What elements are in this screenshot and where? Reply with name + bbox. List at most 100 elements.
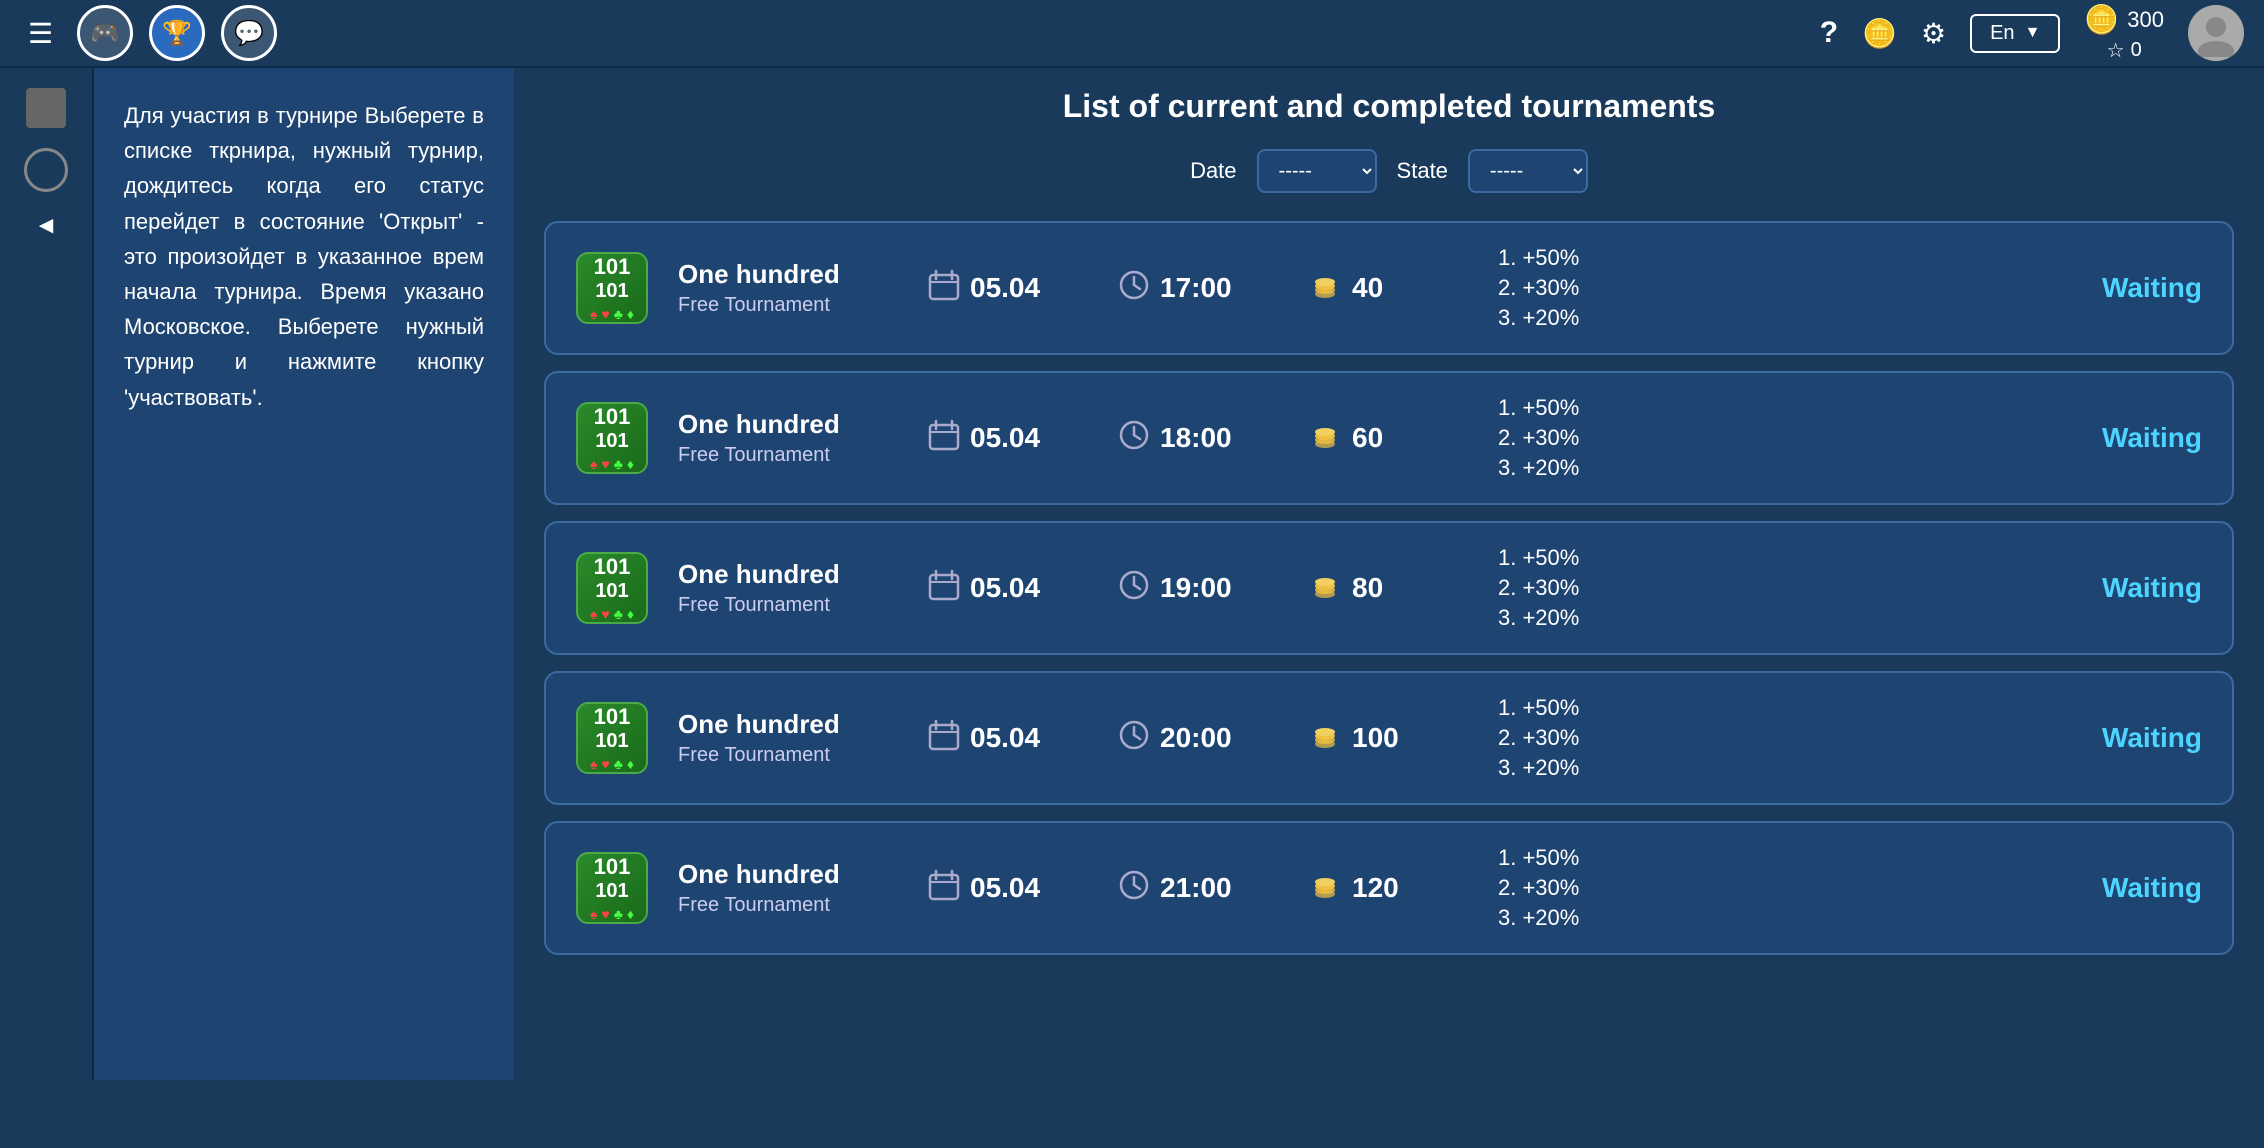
prize-3: 3. +20% bbox=[1498, 905, 1658, 931]
language-selector[interactable]: En ▼ bbox=[1970, 14, 2060, 53]
tournament-name-block: One hundred Free Tournament bbox=[678, 259, 898, 317]
tournament-type: Free Tournament bbox=[678, 744, 898, 767]
tournament-date: 05.04 bbox=[970, 572, 1040, 604]
tournament-card[interactable]: 101 ♠ ♥ ♣ ♦ One hundred Free Tournament bbox=[544, 221, 2234, 355]
tournament-name: One hundred bbox=[678, 259, 898, 290]
hamburger-button[interactable]: ☰ bbox=[20, 9, 61, 58]
main-content: List of current and completed tournament… bbox=[514, 68, 2264, 1080]
tournament-type: Free Tournament bbox=[678, 594, 898, 617]
tournament-name-block: One hundred Free Tournament bbox=[678, 559, 898, 617]
tournament-list: 101 ♠ ♥ ♣ ♦ One hundred Free Tournament bbox=[544, 221, 2234, 955]
tournament-card[interactable]: 101 ♠ ♥ ♣ ♦ One hundred Free Tournament bbox=[544, 671, 2234, 805]
prizes-block: 1. +50% 2. +30% 3. +20% bbox=[1498, 545, 1658, 631]
lang-value: En bbox=[1990, 22, 2014, 45]
settings-icon[interactable]: ⚙ bbox=[1921, 17, 1946, 50]
topnav-right: ? 🪙 ⚙ En ▼ 🪙 300 ☆ 0 bbox=[1820, 3, 2244, 63]
tournament-logo: 101 ♠ ♥ ♣ ♦ bbox=[576, 552, 648, 624]
tournament-type: Free Tournament bbox=[678, 894, 898, 917]
date-filter-select[interactable]: ----- bbox=[1257, 149, 1377, 193]
nav-games-button[interactable]: 🎮 bbox=[77, 5, 133, 61]
tournament-name: One hundred bbox=[678, 709, 898, 740]
clock-icon bbox=[1118, 269, 1150, 308]
tournament-time: 20:00 bbox=[1160, 722, 1232, 754]
tournament-type: Free Tournament bbox=[678, 294, 898, 317]
sidebar-arrow-icon[interactable]: ◄ bbox=[34, 212, 58, 240]
topnav: ☰ 🎮 🏆 💬 ? 🪙 ⚙ En ▼ 🪙 300 ☆ 0 bbox=[0, 0, 2264, 68]
prize-2: 2. +30% bbox=[1498, 875, 1658, 901]
tournament-date-block: 05.04 bbox=[928, 869, 1088, 908]
tournament-coins-block: 80 bbox=[1308, 568, 1468, 609]
wallet-icon[interactable]: 🪙 bbox=[1862, 17, 1897, 50]
tournament-status[interactable]: Waiting bbox=[2062, 572, 2202, 604]
prize-2: 2. +30% bbox=[1498, 575, 1658, 601]
prizes-block: 1. +50% 2. +30% 3. +20% bbox=[1498, 695, 1658, 781]
sidebar-square-icon[interactable] bbox=[26, 88, 66, 128]
star-icon: ☆ bbox=[2107, 38, 2125, 63]
page-title: List of current and completed tournament… bbox=[544, 88, 2234, 125]
coins-stack-icon bbox=[1308, 568, 1342, 609]
tournament-status[interactable]: Waiting bbox=[2062, 722, 2202, 754]
prize-3: 3. +20% bbox=[1498, 455, 1658, 481]
coins-stars-display: 🪙 300 ☆ 0 bbox=[2084, 3, 2164, 63]
nav-trophy-button[interactable]: 🏆 bbox=[149, 5, 205, 61]
prize-3: 3. +20% bbox=[1498, 605, 1658, 631]
state-filter-label: State bbox=[1397, 158, 1448, 184]
tournament-time-block: 18:00 bbox=[1118, 419, 1278, 458]
tournament-name: One hundred bbox=[678, 859, 898, 890]
lang-chevron: ▼ bbox=[2025, 24, 2041, 42]
calendar-icon bbox=[928, 569, 960, 608]
prize-1: 1. +50% bbox=[1498, 245, 1658, 271]
sidebar-circle-icon[interactable] bbox=[24, 148, 68, 192]
clock-icon bbox=[1118, 569, 1150, 608]
tournament-name: One hundred bbox=[678, 559, 898, 590]
tournament-logo: 101 ♠ ♥ ♣ ♦ bbox=[576, 252, 648, 324]
tournament-name-block: One hundred Free Tournament bbox=[678, 409, 898, 467]
prize-1: 1. +50% bbox=[1498, 695, 1658, 721]
help-panel: Для участия в турнире Выберете в списке … bbox=[94, 68, 514, 1080]
tournament-card[interactable]: 101 ♠ ♥ ♣ ♦ One hundred Free Tournament bbox=[544, 371, 2234, 505]
tournament-time-block: 21:00 bbox=[1118, 869, 1278, 908]
tournament-status[interactable]: Waiting bbox=[2062, 872, 2202, 904]
user-avatar[interactable] bbox=[2188, 5, 2244, 61]
tournament-coins: 60 bbox=[1352, 422, 1383, 454]
prize-3: 3. +20% bbox=[1498, 755, 1658, 781]
prize-2: 2. +30% bbox=[1498, 275, 1658, 301]
prize-2: 2. +30% bbox=[1498, 725, 1658, 751]
tournament-date: 05.04 bbox=[970, 722, 1040, 754]
tournament-name-block: One hundred Free Tournament bbox=[678, 859, 898, 917]
left-sidebar: ◄ bbox=[0, 68, 94, 1080]
calendar-icon bbox=[928, 269, 960, 308]
tournament-status[interactable]: Waiting bbox=[2062, 272, 2202, 304]
tournament-date: 05.04 bbox=[970, 872, 1040, 904]
clock-icon bbox=[1118, 419, 1150, 458]
filters-row: Date ----- State ----- bbox=[544, 149, 2234, 193]
coins-stack-icon bbox=[1308, 868, 1342, 909]
help-icon[interactable]: ? bbox=[1820, 16, 1838, 50]
tournament-card[interactable]: 101 ♠ ♥ ♣ ♦ One hundred Free Tournament bbox=[544, 821, 2234, 955]
tournament-time: 19:00 bbox=[1160, 572, 1232, 604]
state-filter-select[interactable]: ----- bbox=[1468, 149, 1588, 193]
tournament-time: 18:00 bbox=[1160, 422, 1232, 454]
prize-1: 1. +50% bbox=[1498, 845, 1658, 871]
prizes-block: 1. +50% 2. +30% 3. +20% bbox=[1498, 845, 1658, 931]
prizes-block: 1. +50% 2. +30% 3. +20% bbox=[1498, 245, 1658, 331]
tournament-coins-block: 100 bbox=[1308, 718, 1468, 759]
tournament-coins: 80 bbox=[1352, 572, 1383, 604]
tournament-type: Free Tournament bbox=[678, 444, 898, 467]
tournament-status[interactable]: Waiting bbox=[2062, 422, 2202, 454]
nav-chat-button[interactable]: 💬 bbox=[221, 5, 277, 61]
tournament-time-block: 17:00 bbox=[1118, 269, 1278, 308]
calendar-icon bbox=[928, 719, 960, 758]
tournament-coins-block: 60 bbox=[1308, 418, 1468, 459]
tournament-coins: 100 bbox=[1352, 722, 1399, 754]
coins-stack-icon bbox=[1308, 268, 1342, 309]
coins-stack-icon bbox=[1308, 418, 1342, 459]
tournament-date-block: 05.04 bbox=[928, 719, 1088, 758]
tournament-name-block: One hundred Free Tournament bbox=[678, 709, 898, 767]
tournament-logo: 101 ♠ ♥ ♣ ♦ bbox=[576, 402, 648, 474]
tournament-card[interactable]: 101 ♠ ♥ ♣ ♦ One hundred Free Tournament bbox=[544, 521, 2234, 655]
date-filter-label: Date bbox=[1190, 158, 1236, 184]
tournament-date-block: 05.04 bbox=[928, 269, 1088, 308]
clock-icon bbox=[1118, 719, 1150, 758]
stars-value: 0 bbox=[2131, 39, 2142, 62]
